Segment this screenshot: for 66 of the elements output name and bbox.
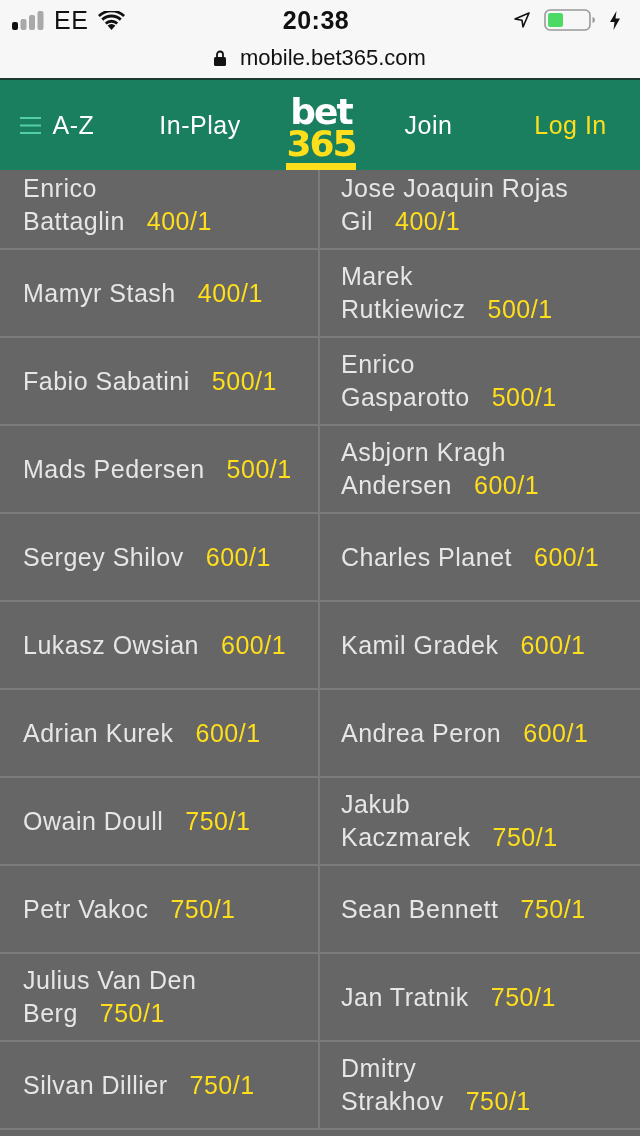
runner-name: Silvan Dillier	[23, 1069, 168, 1101]
runner-name: Lukasz Owsian	[23, 629, 200, 661]
location-arrow-icon	[514, 12, 530, 28]
az-menu-button[interactable]: A-Z	[0, 80, 114, 170]
runner-name: Julius Van Den	[23, 965, 197, 996]
runner-name: Mads Pedersen	[23, 453, 205, 485]
runner-name: Kamil Gradek	[341, 629, 499, 661]
runner-name: Enrico	[23, 173, 97, 204]
runner-name: Enrico	[341, 349, 415, 380]
odds-price[interactable]: 500/1	[211, 364, 277, 398]
runner-name: Kaczmarek	[341, 822, 471, 853]
runner-name: Sean Bennett	[341, 893, 499, 925]
odds-price[interactable]: 750/1	[490, 980, 556, 1014]
nav-link[interactable]: In-Play	[114, 80, 286, 170]
runner-name: Marek	[341, 261, 413, 292]
odds-price[interactable]: 500/1	[487, 293, 553, 326]
runner-name: Fabio Sabatini	[23, 365, 190, 397]
signal-icon	[12, 10, 44, 30]
odds-price[interactable]: 600/1	[534, 540, 600, 574]
runner-name: Adrian Kurek	[23, 717, 174, 749]
runner-name: Charles Planet	[341, 541, 512, 573]
runner-name: Andrea Peron	[341, 717, 502, 749]
runner-name: Jan Tratnik	[341, 981, 469, 1013]
odds-price[interactable]: 600/1	[195, 716, 261, 750]
odds-price[interactable]: 750/1	[520, 892, 586, 926]
runner-name: Berg	[23, 998, 78, 1029]
wifi-icon	[98, 10, 126, 30]
carrier-name: EE	[54, 7, 89, 33]
runner-name: Battaglin	[23, 206, 125, 237]
odds-price[interactable]: 500/1	[226, 452, 292, 486]
odds-price[interactable]: 750/1	[99, 997, 165, 1030]
odds-price[interactable]: 400/1	[197, 276, 263, 310]
odds-price[interactable]: 750/1	[185, 804, 251, 838]
runner-name: Jose Joaquin Rojas	[341, 173, 569, 204]
url-text[interactable]: mobile.bet365.com	[240, 47, 426, 69]
odds-price[interactable]: 600/1	[221, 628, 287, 662]
odds-price[interactable]: 400/1	[395, 205, 461, 238]
menu-icon	[19, 116, 41, 134]
runner-name: Jakub	[341, 789, 411, 820]
runner-name: Asbjorn Kragh	[341, 437, 506, 468]
odds-price[interactable]: 500/1	[491, 381, 557, 414]
odds-price[interactable]: 750/1	[189, 1068, 255, 1102]
nav-link[interactable]: Join	[356, 80, 501, 170]
runner-name: Sergey Shilov	[23, 541, 184, 573]
odds-price[interactable]: 600/1	[205, 540, 271, 574]
odds-price[interactable]: 750/1	[465, 1085, 531, 1118]
runner-name: Dmitry	[341, 1053, 417, 1084]
login-link[interactable]: Log In	[501, 80, 640, 170]
runner-name: Gasparotto	[341, 382, 470, 413]
odds-price[interactable]: 750/1	[492, 821, 558, 854]
runner-name: Petr Vakoc	[23, 893, 149, 925]
runner-name: Strakhov	[341, 1086, 444, 1117]
status-time: 20:38	[282, 7, 350, 33]
odds-price[interactable]: 600/1	[523, 716, 589, 750]
odds-price[interactable]: 400/1	[146, 205, 212, 238]
odds-price[interactable]: 600/1	[474, 469, 540, 502]
battery-icon	[544, 9, 596, 31]
odds-price[interactable]: 600/1	[520, 628, 586, 662]
odds-price[interactable]: 750/1	[170, 892, 236, 926]
runner-name: Mamyr Stash	[23, 277, 176, 309]
charging-bolt-icon	[610, 10, 620, 30]
runner-name: Gil	[341, 206, 374, 237]
lock-icon	[214, 50, 227, 66]
runner-name: Andersen	[341, 470, 453, 501]
runner-name: Owain Doull	[23, 805, 164, 837]
runner-name: Rutkiewicz	[341, 294, 466, 325]
